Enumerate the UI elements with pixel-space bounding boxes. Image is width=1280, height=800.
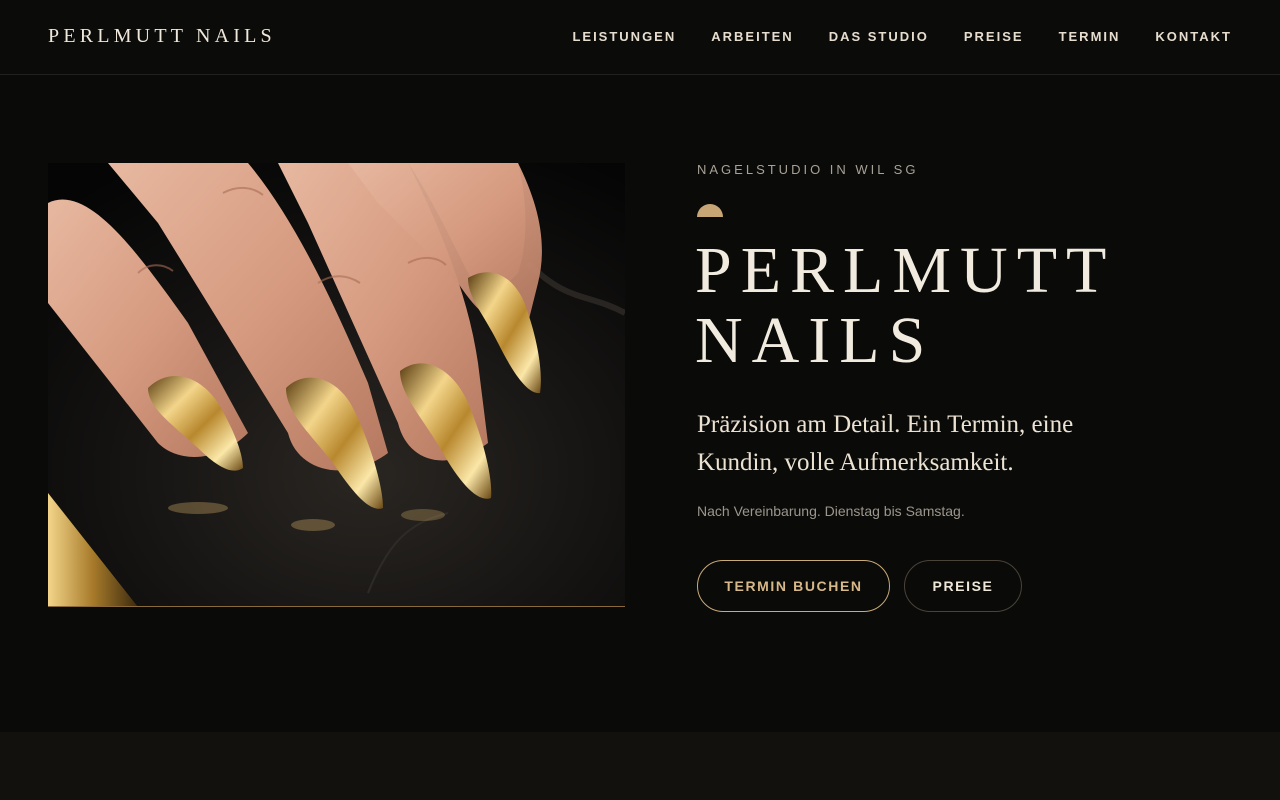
nav-item-kontakt[interactable]: KONTAKT <box>1155 29 1232 44</box>
hero-kicker: NAGELSTUDIO IN WIL SG <box>697 162 919 177</box>
hero-title-line1: PERLMUTT <box>695 234 1116 307</box>
opening-hours: Nach Vereinbarung. Dienstag bis Samstag. <box>697 503 965 519</box>
main-nav: LEISTUNGEN ARBEITEN DAS STUDIO PREISE TE… <box>572 29 1232 44</box>
next-section-band <box>0 732 1280 800</box>
site-header: PERLMUTT NAILS LEISTUNGEN ARBEITEN DAS S… <box>0 0 1280 75</box>
nav-item-leistungen[interactable]: LEISTUNGEN <box>572 29 676 44</box>
nav-item-termin[interactable]: TERMIN <box>1059 29 1121 44</box>
hero-image <box>48 163 625 607</box>
hero-title-line2: NAILS <box>695 304 935 377</box>
hand-gold-nails-illustration <box>48 163 625 606</box>
nav-item-arbeiten[interactable]: ARBEITEN <box>711 29 793 44</box>
hero-subtitle: Präzision am Detail. Ein Termin, eine Ku… <box>697 411 1074 476</box>
prices-button[interactable]: PREISE <box>904 560 1022 612</box>
site-logo[interactable]: PERLMUTT NAILS <box>48 25 276 48</box>
nav-item-preise[interactable]: PREISE <box>964 29 1024 44</box>
hero-title: PERLMUTT NAILS <box>695 236 1115 376</box>
book-appointment-button[interactable]: TERMIN BUCHEN <box>697 560 890 612</box>
nav-item-das-studio[interactable]: DAS STUDIO <box>829 29 929 44</box>
decorative-half-circle-icon <box>697 204 723 217</box>
